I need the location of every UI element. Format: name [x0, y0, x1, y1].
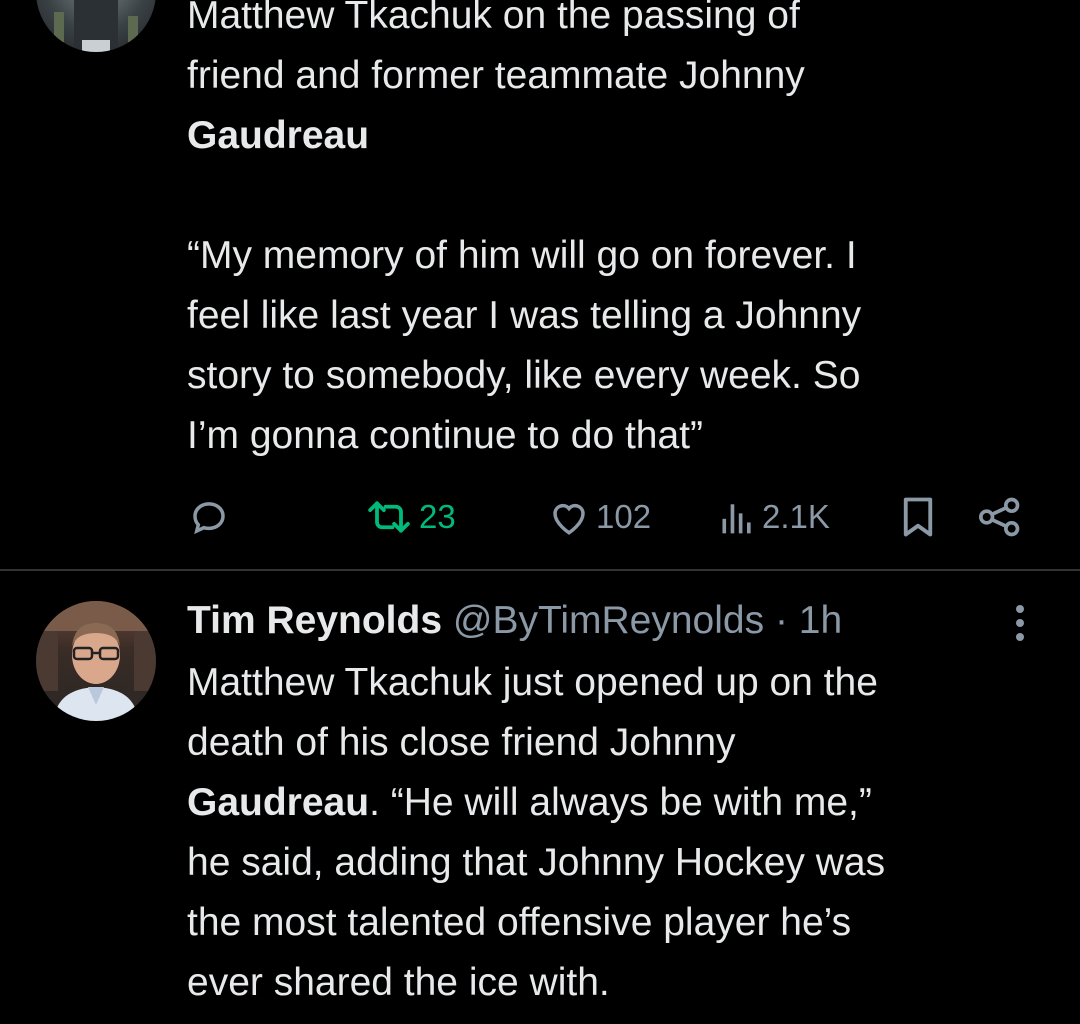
tweet-text: Matthew Tkachuk just opened up on the de… — [187, 653, 1057, 1013]
tweet-text-line: ever shared the ice with. — [187, 961, 610, 1004]
like-button[interactable]: 102 — [548, 492, 651, 542]
highlighted-keyword: Gaudreau — [187, 114, 370, 157]
separator-dot: · — [774, 599, 788, 642]
tweet-actions: 23 102 2.1K — [0, 492, 1080, 542]
heart-icon — [553, 503, 585, 535]
tweet-text-line: . “He will always be with me,” — [369, 781, 872, 824]
share-icon — [979, 497, 1020, 537]
tweet-header: Tim Reynolds @ByTimReynolds · 1h — [187, 591, 842, 651]
avatar[interactable] — [36, 601, 156, 721]
reply-icon — [193, 502, 225, 535]
bookmark-icon — [903, 497, 933, 537]
tweet-text-line: Matthew Tkachuk on the passing of — [187, 0, 800, 37]
tweet-quote: “My memory of him will go on forever. I … — [187, 226, 1057, 466]
timestamp[interactable]: 1h — [799, 599, 842, 642]
quote-line: I’m gonna continue to do that” — [187, 414, 704, 457]
views-button[interactable]: 2.1K — [718, 492, 830, 542]
views-count: 2.1K — [762, 498, 830, 535]
tweet-text-line: friend and former teammate Johnny — [187, 54, 805, 97]
retweet-count: 23 — [419, 498, 456, 535]
tweet-text-line: he said, adding that Johnny Hockey was — [187, 841, 886, 884]
more-options-button[interactable] — [1004, 603, 1036, 643]
share-button[interactable] — [978, 492, 1022, 542]
views-icon — [722, 504, 751, 534]
more-vertical-icon — [1016, 605, 1024, 641]
tweet-1[interactable]: Matthew Tkachuk on the passing of friend… — [0, 0, 1080, 570]
author-name[interactable]: Tim Reynolds — [187, 599, 442, 642]
tweet-text-line: the most talented offensive player he’s — [187, 901, 852, 944]
bookmark-button[interactable] — [900, 492, 936, 542]
author-handle[interactable]: @ByTimReynolds — [453, 599, 764, 642]
tweet-text-line: death of his close friend Johnny — [187, 721, 736, 764]
tweet-text-line: Matthew Tkachuk just opened up on the — [187, 661, 878, 704]
quote-line: “My memory of him will go on forever. I — [187, 234, 857, 277]
quote-line: feel like last year I was telling a John… — [187, 294, 862, 337]
avatar[interactable] — [36, 0, 156, 52]
retweet-button[interactable]: 23 — [365, 492, 456, 542]
retweet-icon — [368, 501, 410, 533]
highlighted-keyword: Gaudreau — [187, 781, 370, 824]
like-count: 102 — [596, 498, 652, 535]
quote-line: story to somebody, like every week. So — [187, 354, 861, 397]
tweet-2[interactable]: Tim Reynolds @ByTimReynolds · 1h Matthew… — [0, 571, 1080, 1024]
reply-button[interactable] — [188, 492, 230, 542]
tweet-text: Matthew Tkachuk on the passing of friend… — [187, 0, 1057, 166]
